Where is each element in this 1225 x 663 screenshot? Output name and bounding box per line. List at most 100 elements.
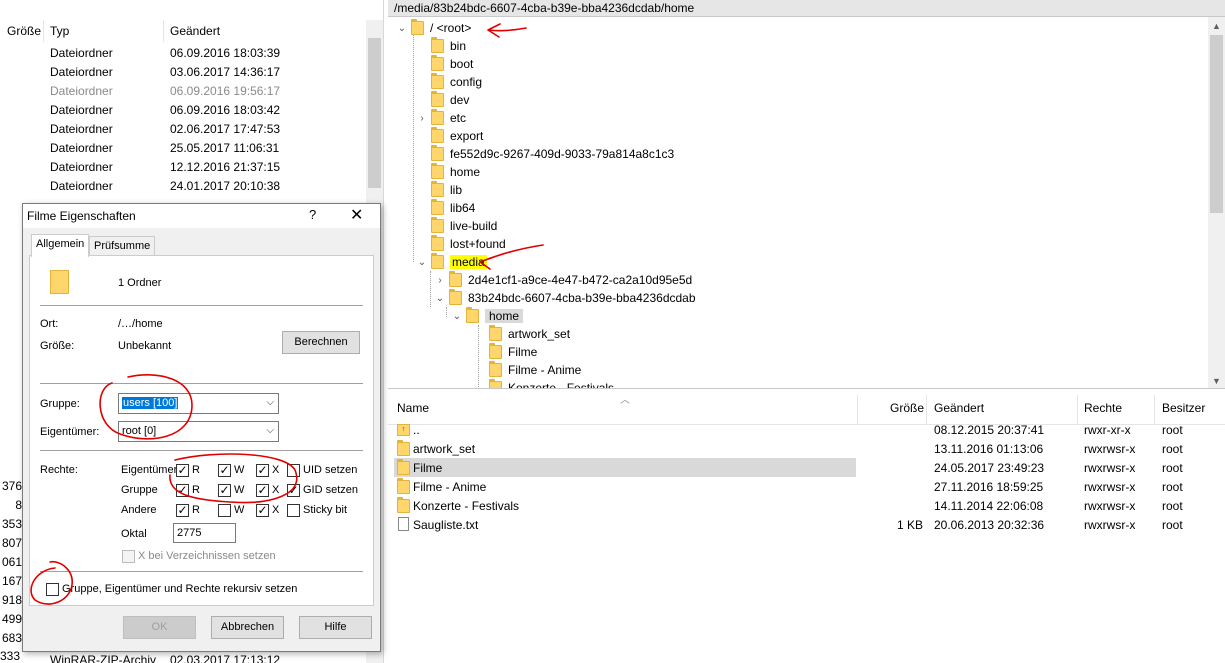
row-modified: 02.03.2017 17:13:12	[170, 653, 281, 663]
row-modified: 25.05.2017 11:06:31	[170, 141, 280, 155]
tree-node-config[interactable]: config	[416, 73, 482, 91]
perm-w-label: W	[234, 504, 245, 516]
tree-node-lib[interactable]: lib	[416, 181, 462, 199]
special-bit-checkbox[interactable]: ✓	[287, 484, 300, 497]
col-rights-header[interactable]: Rechte	[1084, 401, 1122, 415]
col-owner-header[interactable]: Besitzer	[1162, 401, 1205, 415]
tree-node-fe552d9c-9267-409d-9033-79a814a8c1c3[interactable]: fe552d9c-9267-409d-9033-79a814a8c1c3	[416, 145, 674, 163]
chevron-down-icon[interactable]: ⌄	[451, 310, 463, 322]
scroll-down-arrow-icon[interactable]: ▼	[1208, 372, 1225, 388]
remote-directory-tree[interactable]: ⌄ / <root> bin boot config dev › etc export fe552…	[388, 17, 1225, 389]
tree-node-root[interactable]: ⌄ / <root>	[396, 19, 471, 37]
perm-w-label: W	[234, 464, 245, 476]
chevron-down-icon[interactable]: ⌄	[396, 22, 408, 34]
tree-node-dev[interactable]: dev	[416, 91, 469, 109]
close-icon[interactable]: ✕	[350, 205, 363, 225]
scroll-thumb[interactable]	[1210, 35, 1223, 213]
perm-w-checkbox[interactable]	[218, 504, 231, 517]
perm-w-checkbox[interactable]: ✓	[218, 464, 231, 477]
tree-node-home[interactable]: ⌄ home	[451, 307, 524, 325]
perm-x-label: X	[272, 484, 280, 496]
location-label: Ort:	[40, 318, 59, 330]
col-name-header[interactable]: Name	[397, 401, 429, 415]
file-row[interactable]: ↑.. 08.12.2015 20:37:41 rwxr-xr-x root	[388, 420, 1225, 439]
chevron-right-icon[interactable]: ›	[434, 274, 446, 286]
file-rights: rwxrwsr-x	[1084, 518, 1136, 532]
local-list-row[interactable]: Dateiordner 25.05.2017 11:06:31	[0, 138, 366, 157]
local-list-row[interactable]: Dateiordner 06.09.2016 18:03:39	[0, 43, 366, 62]
tree-node-home-child[interactable]: artwork_set	[474, 325, 570, 343]
tab-pruefsumme[interactable]: Prüfsumme	[89, 236, 156, 256]
cancel-button[interactable]: Abbrechen	[211, 616, 284, 639]
help-button[interactable]: Hilfe	[299, 616, 372, 639]
scroll-up-arrow-icon[interactable]: ▲	[1208, 17, 1225, 34]
folder-icon	[411, 19, 424, 35]
properties-dialog: Filme Eigenschaften ? ✕ Allgemein Prüfsu…	[22, 203, 381, 652]
local-list-row[interactable]: Dateiordner 03.06.2017 14:36:17	[0, 62, 366, 81]
file-modified: 14.11.2014 22:06:08	[934, 499, 1044, 513]
col-type-header[interactable]: Typ	[50, 24, 69, 38]
file-row[interactable]: artwork_set 13.11.2016 01:13:06 rwxrwsr-x r…	[388, 439, 1225, 458]
file-owner: root	[1162, 423, 1183, 437]
perm-r-checkbox[interactable]: ✓	[176, 484, 189, 497]
tree-node-home-child[interactable]: Konzerte - Festivals	[474, 379, 614, 388]
perm-x-checkbox[interactable]: ✓	[256, 504, 269, 517]
file-row[interactable]: Filme 24.05.2017 23:49:23 rwxrwsr-x root	[388, 458, 1225, 477]
row-size: 167	[1, 574, 22, 588]
tree-node-boot[interactable]: boot	[416, 55, 473, 73]
local-list-row[interactable]: Dateiordner 06.09.2016 19:56:17	[0, 81, 366, 100]
help-icon[interactable]: ?	[309, 207, 316, 222]
ok-button[interactable]: OK	[123, 616, 196, 639]
recursive-checkbox[interactable]	[46, 583, 59, 596]
chevron-right-icon[interactable]: ›	[416, 112, 428, 124]
tree-node-home-child[interactable]: Filme	[474, 343, 537, 361]
perm-r-checkbox[interactable]: ✓	[176, 504, 189, 517]
group-select[interactable]: users [100] ⌵	[118, 393, 279, 414]
file-row[interactable]: Filme - Anime 27.11.2016 18:59:25 rwxrwsr-…	[388, 477, 1225, 496]
special-bit-checkbox[interactable]	[287, 464, 300, 477]
file-row[interactable]: Saugliste.txt 1 KB 20.06.2013 20:32:36 rwxr…	[388, 515, 1225, 534]
perm-x-checkbox[interactable]: ✓	[256, 484, 269, 497]
folder-icon	[397, 440, 410, 456]
row-modified: 02.06.2017 17:47:53	[170, 122, 281, 136]
tree-node-bin[interactable]: bin	[416, 37, 466, 55]
col-size-header[interactable]: Größe	[7, 24, 41, 38]
local-list-row[interactable]: Dateiordner 06.09.2016 18:03:42	[0, 100, 366, 119]
local-list-row[interactable]: Dateiordner 02.06.2017 17:47:53	[0, 119, 366, 138]
tree-node-live-build[interactable]: live-build	[416, 217, 497, 235]
tree-node-lost-found[interactable]: lost+found	[416, 235, 506, 253]
local-list-row[interactable]: Dateiordner 12.12.2016 21:37:15	[0, 157, 366, 176]
perm-x-checkbox[interactable]: ✓	[256, 464, 269, 477]
octal-input[interactable]: 2775	[173, 523, 236, 543]
tree-node-media[interactable]: ⌄ media	[416, 253, 487, 271]
special-bit-checkbox[interactable]	[287, 504, 300, 517]
tree-node-export[interactable]: export	[416, 127, 483, 145]
tree-node-lib64[interactable]: lib64	[416, 199, 475, 217]
folder-icon	[397, 497, 410, 513]
local-list-row[interactable]: Dateiordner 24.01.2017 20:10:38	[0, 176, 366, 195]
special-bit-label: GID setzen	[303, 484, 359, 496]
tree-node-home-child[interactable]: Filme - Anime	[474, 361, 581, 379]
tree-node-media-child[interactable]: › 2d4e1cf1-a9ce-4e47-b472-ca2a10d95e5d	[434, 271, 692, 289]
row-size: 499	[1, 612, 22, 626]
file-row[interactable]: Konzerte - Festivals 14.11.2014 22:06:08 r…	[388, 496, 1225, 515]
scroll-thumb[interactable]	[368, 38, 381, 188]
tree-scrollbar[interactable]: ▲ ▼	[1208, 17, 1225, 388]
remote-file-list[interactable]: ︿ Name Größe Geändert Rechte Besitzer ↑.…	[388, 391, 1225, 663]
calculate-button[interactable]: Berechnen	[282, 331, 360, 354]
col-modified-header[interactable]: Geändert	[170, 24, 220, 38]
col-modified-header[interactable]: Geändert	[934, 401, 984, 415]
perm-w-checkbox[interactable]: ✓	[218, 484, 231, 497]
chevron-down-icon[interactable]: ⌄	[434, 292, 446, 304]
col-size-header[interactable]: Größe	[890, 401, 924, 415]
tree-node-etc[interactable]: › etc	[416, 109, 466, 127]
tree-node-media-child[interactable]: ⌄ 83b24bdc-6607-4cba-b39e-bba4236dcdab	[434, 289, 696, 307]
owner-label: Eigentümer:	[40, 426, 100, 438]
chevron-down-icon[interactable]: ⌄	[416, 256, 428, 268]
x-dirs-checkbox[interactable]	[122, 550, 135, 563]
tree-node-home[interactable]: home	[416, 163, 480, 181]
owner-select[interactable]: root [0] ⌵	[118, 421, 279, 442]
perm-r-checkbox[interactable]: ✓	[176, 464, 189, 477]
tab-allgemein[interactable]: Allgemein	[31, 234, 90, 257]
row-modified: 06.09.2016 19:56:17	[170, 84, 281, 98]
